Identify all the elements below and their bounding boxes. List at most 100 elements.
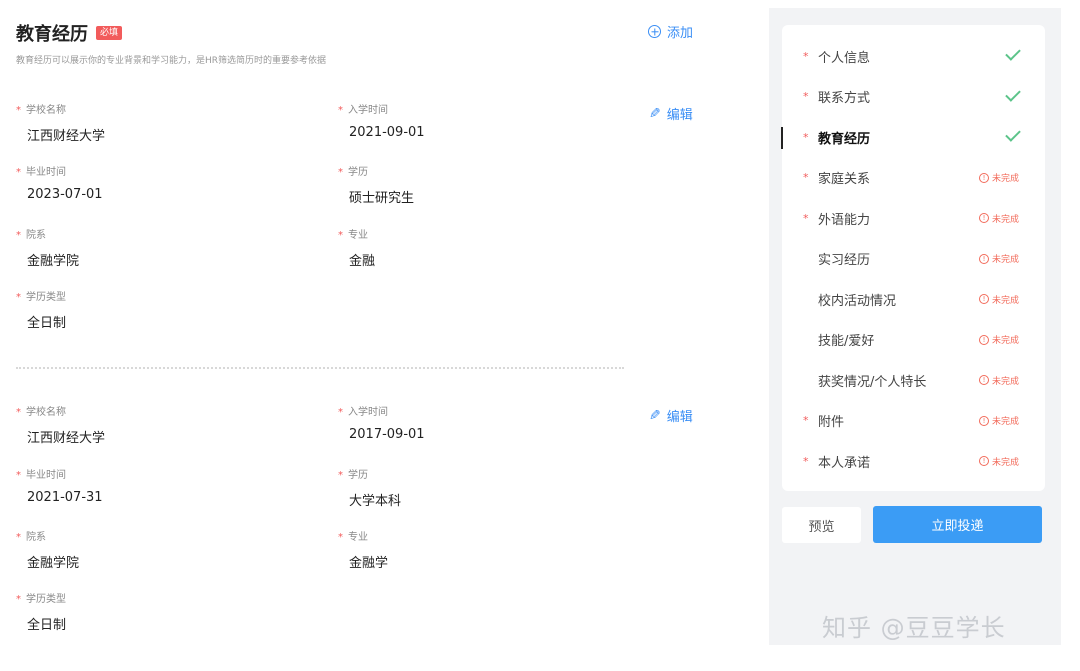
field-degree: * 学历 大学本科	[338, 469, 401, 509]
incomplete-status: ! 未完成	[978, 455, 1019, 468]
nav-item[interactable]: * 教育经历	[781, 117, 1045, 157]
warning-icon: !	[978, 456, 989, 466]
field-label: 入学时间	[348, 105, 388, 116]
watermark: 知乎 @豆豆学长	[822, 614, 1006, 642]
preview-button[interactable]: 预览	[782, 507, 861, 543]
add-label: 添加	[667, 26, 694, 41]
field-value: 全日制	[27, 618, 67, 633]
active-indicator	[781, 127, 783, 149]
nav-item-label: 联系方式	[818, 91, 871, 106]
required-star: *	[803, 49, 809, 63]
field-value: 2021-09-01	[349, 125, 425, 140]
section-nav: * 个人信息 * 联系方式 * 教育经历 * 家庭关系! 未完成 * 外语能力! 未完成 实习经历! 未完…	[781, 25, 1045, 491]
education-section: 教育经历 必填 教育经历可以展示你的专业背景和学习能力，是HR筛选简历时的重要参…	[0, 0, 740, 671]
field-grad-date: * 毕业时间 2023-07-01	[16, 166, 103, 202]
entry-divider	[16, 367, 624, 369]
incomplete-status: ! 未完成	[978, 293, 1019, 306]
section-title-text: 教育经历	[16, 24, 88, 45]
warning-icon: !	[978, 334, 989, 345]
nav-item[interactable]: 实习经历! 未完成	[782, 239, 1045, 279]
field-label: 毕业时间	[26, 167, 66, 178]
field-value: 2021-07-31	[27, 490, 103, 505]
nav-item[interactable]: 技能/爱好! 未完成	[782, 320, 1045, 360]
nav-item[interactable]: * 家庭关系 ! 未完成	[782, 158, 1045, 198]
field-label: 学历	[348, 167, 368, 178]
nav-item[interactable]: * 联系方式	[782, 77, 1045, 117]
add-education-button[interactable]: 添加	[648, 22, 693, 41]
nav-item[interactable]: * 附件 ! 未完成	[782, 401, 1045, 441]
field-value: 2023-07-01	[27, 187, 103, 202]
section-description: 教育经历可以展示你的专业背景和学习能力，是HR筛选简历时的重要参考依据	[16, 56, 327, 66]
nav-item-label: 获奖情况/个人特长	[818, 374, 927, 390]
nav-item[interactable]: 获奖情况/个人特长 ! 未完成	[782, 360, 1045, 400]
check-icon	[1005, 45, 1021, 61]
incomplete-text: 未完成	[991, 336, 1019, 346]
required-star: *	[338, 407, 343, 418]
field-label: 专业	[348, 230, 368, 241]
nav-item-label: 技能/爱好	[818, 334, 875, 349]
nav-item[interactable]: * 个人信息	[782, 36, 1045, 76]
required-star: *	[803, 454, 809, 468]
field-value: 金融学院	[27, 254, 80, 269]
incomplete-status: ! 未完成	[978, 171, 1019, 184]
required-star: *	[803, 90, 809, 103]
nav-item[interactable]: 校内活动情况 ! 未完成	[782, 279, 1045, 319]
field-value: 金融学	[349, 556, 389, 571]
required-star: *	[16, 594, 21, 605]
nav-item-label: 教育经历	[818, 131, 871, 147]
required-star: *	[803, 171, 809, 184]
field-value: 2017-09-01	[349, 427, 425, 442]
field-department: * 院系 金融学院	[16, 229, 79, 269]
warning-icon: !	[978, 415, 989, 426]
required-star: *	[338, 167, 343, 178]
incomplete-status: ! 未完成	[978, 252, 1019, 265]
required-star: *	[803, 414, 809, 427]
section-title: 教育经历 必填	[16, 20, 123, 46]
required-star: *	[16, 470, 21, 481]
nav-item-label: 校内活动情况	[818, 293, 897, 309]
check-icon	[1005, 85, 1021, 102]
field-value: 江西财经大学	[27, 129, 106, 144]
incomplete-text: 未完成	[991, 457, 1019, 468]
check-icon	[1005, 126, 1021, 142]
edit-label: 编辑	[666, 108, 693, 123]
field-value: 金融学院	[27, 556, 80, 571]
incomplete-status: ! 未完成	[978, 212, 1019, 225]
submit-button[interactable]: 立即投递	[873, 506, 1042, 543]
field-school: * 学校名称 江西财经大学	[16, 406, 105, 446]
required-star: *	[338, 470, 343, 481]
nav-item[interactable]: * 本人承诺! 未完成	[782, 441, 1045, 481]
edit-entry-1-button[interactable]: ✎ 编辑	[649, 104, 693, 124]
required-star: *	[16, 167, 21, 178]
field-label: 学历类型	[26, 594, 66, 605]
field-degree-type: * 学历类型 全日制	[16, 291, 66, 331]
required-star: *	[803, 130, 809, 144]
nav-item-label: 个人信息	[818, 50, 871, 66]
nav-item-label: 本人承诺	[818, 455, 871, 471]
field-degree: * 学历 硕士研究生	[338, 166, 414, 206]
edit-entry-2-button[interactable]: ✎ 编辑	[649, 406, 693, 426]
field-value: 硕士研究生	[349, 191, 415, 206]
warning-icon: !	[978, 253, 989, 264]
incomplete-status: ! 未完成	[978, 414, 1019, 427]
field-label: 学校名称	[26, 407, 66, 418]
warning-icon: !	[978, 172, 989, 183]
nav-item[interactable]: * 外语能力! 未完成	[782, 198, 1045, 238]
field-major: * 专业 金融学	[338, 531, 388, 571]
field-department: * 院系 金融学院	[16, 531, 79, 571]
incomplete-text: 未完成	[991, 214, 1019, 225]
required-badge: 必填	[96, 26, 123, 40]
pencil-icon: ✎	[649, 407, 661, 424]
incomplete-status: ! 未完成	[978, 374, 1019, 387]
add-circle-icon	[648, 25, 661, 38]
nav-item-label: 家庭关系	[818, 172, 871, 187]
warning-icon: !	[978, 213, 989, 223]
required-star: *	[803, 211, 809, 225]
field-enroll-date: * 入学时间 2021-09-01	[338, 104, 425, 140]
warning-icon: !	[978, 375, 989, 385]
field-label: 院系	[26, 532, 46, 543]
nav-item-label: 附件	[818, 415, 845, 430]
incomplete-status: ! 未完成	[978, 333, 1019, 346]
field-value: 大学本科	[349, 494, 402, 509]
incomplete-text: 未完成	[991, 295, 1019, 306]
